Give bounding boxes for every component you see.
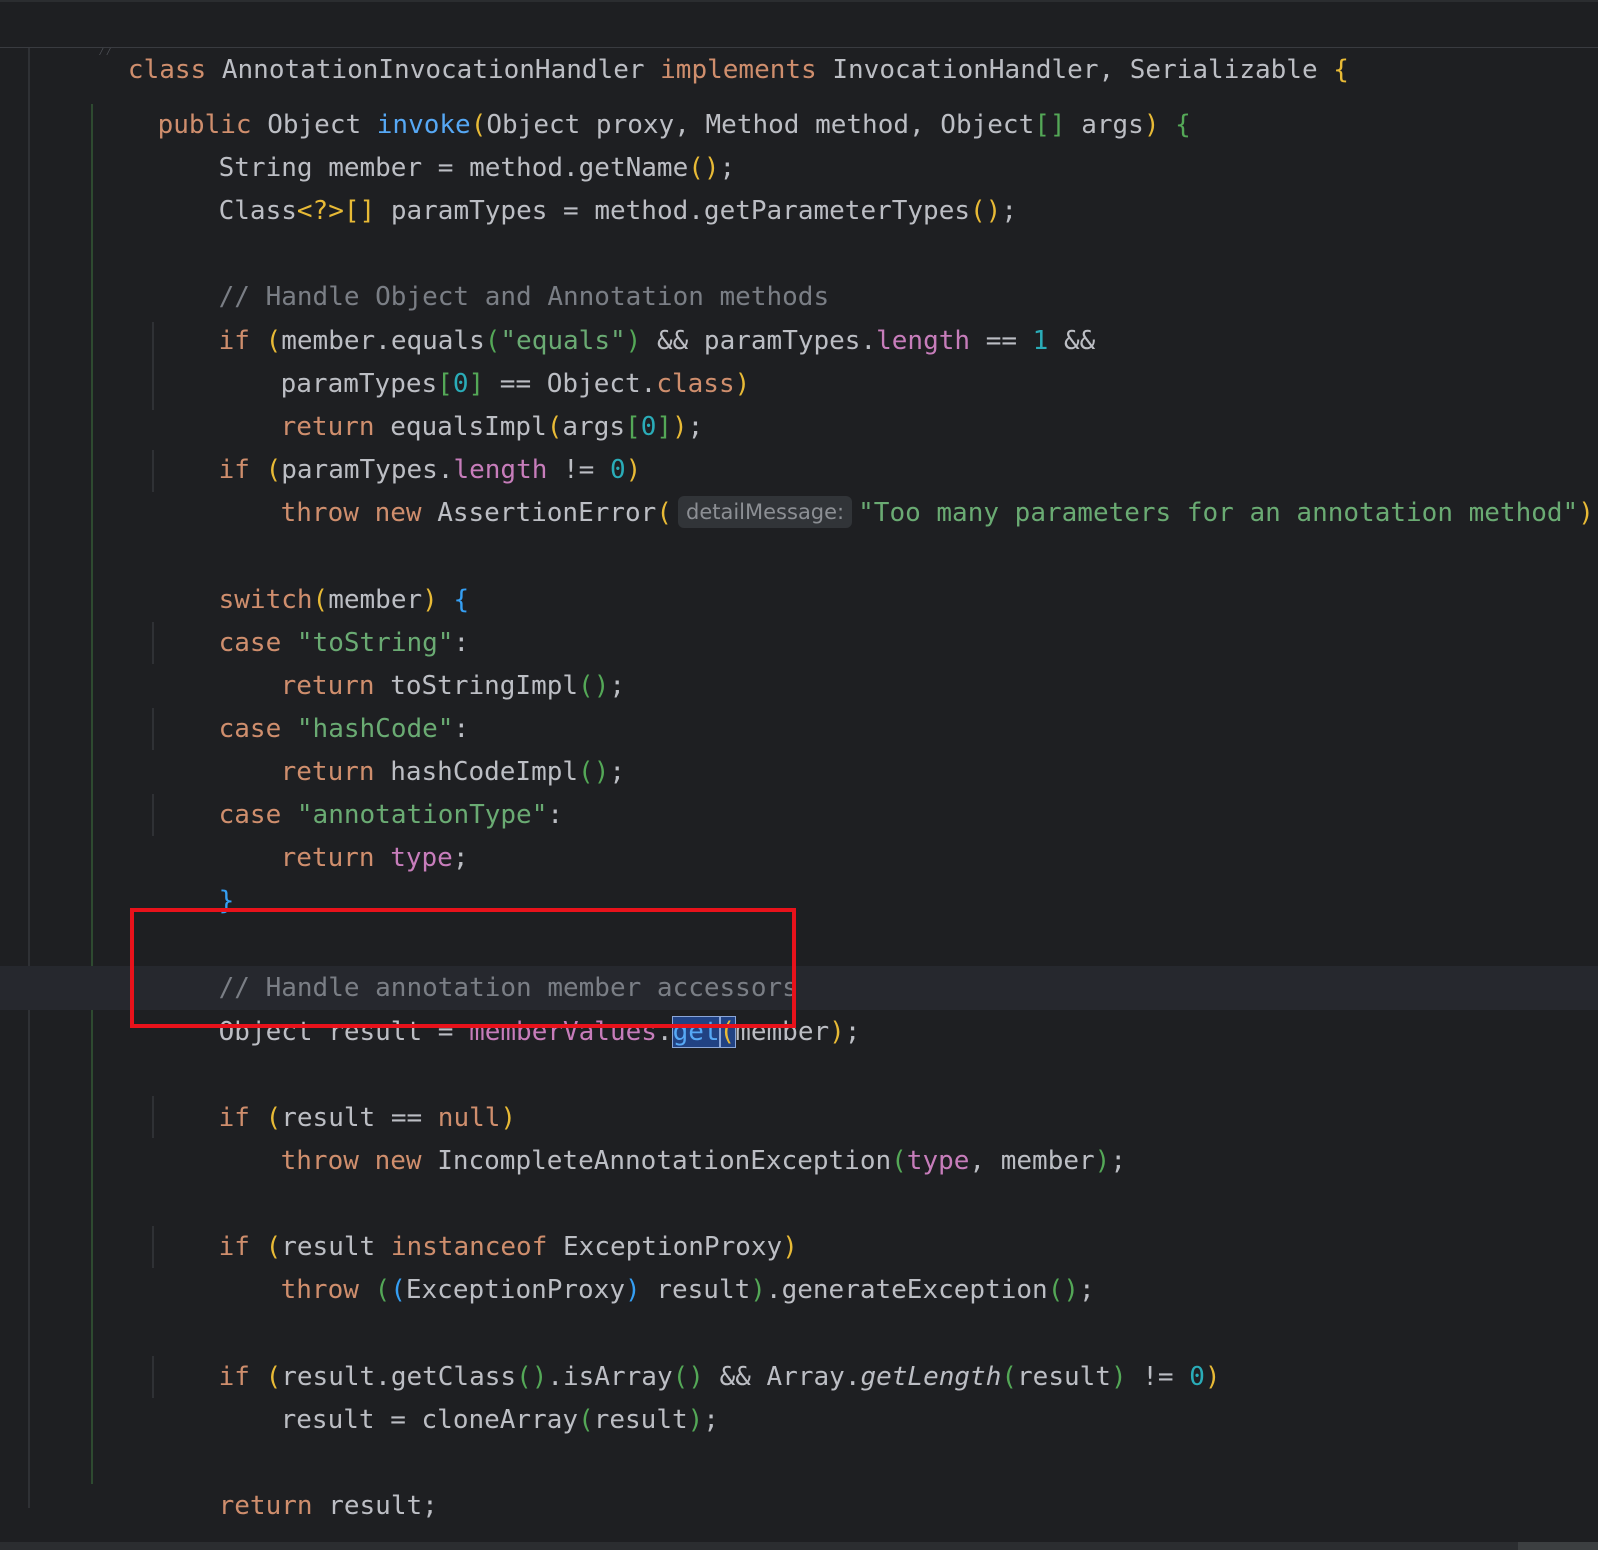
code-line-case-tostring[interactable]: case "toString":: [156, 577, 469, 658]
code-line-return-result[interactable]: return result;: [156, 1440, 438, 1521]
number-literal: 0: [1189, 1362, 1205, 1392]
code-line-switch[interactable]: switch(member) {: [156, 534, 469, 615]
code-line-if-instanceof[interactable]: if (result instanceof ExceptionProxy): [156, 1181, 798, 1262]
number-literal: 1: [1032, 326, 1049, 356]
type-field: type: [906, 1146, 970, 1176]
indent-guide-class: [28, 48, 30, 1508]
sticky-class-header[interactable]: class AnnotationInvocationHandler implem…: [0, 0, 1598, 85]
keyword-return: return: [218, 1491, 313, 1521]
result-ref: result: [656, 1275, 751, 1305]
eq-operator: ==: [985, 326, 1018, 356]
keyword-throw: throw: [280, 1146, 359, 1176]
code-line-case-hashcode[interactable]: case "hashCode":: [156, 663, 469, 744]
interfaces-list: InvocationHandler, Serializable: [832, 55, 1318, 85]
class-type: Class: [218, 196, 297, 226]
indent-guide-if2: [152, 450, 154, 492]
class-open-brace: {: [1333, 55, 1349, 85]
member-ref: member: [1000, 1146, 1095, 1176]
keyword-implements: implements: [660, 55, 817, 85]
code-line-get-name[interactable]: String member = method.getName();: [156, 102, 736, 183]
keyword-class: class: [127, 55, 207, 85]
keyword-throw: throw: [280, 498, 359, 528]
indent-guide-if4: [152, 1226, 154, 1268]
code-line-case-annotationtype[interactable]: case "annotationType":: [156, 749, 563, 830]
indent-guide-case3: [152, 794, 154, 836]
code-line-clonearray[interactable]: result = cloneArray(result);: [218, 1354, 719, 1435]
keyword-return: return: [280, 843, 375, 873]
code-line-return-equalsimpl[interactable]: return equalsImpl(args[0]);: [218, 361, 704, 442]
code-line-throw-assertion[interactable]: throw new AssertionError(detailMessage: "…: [218, 447, 1598, 528]
incomplete-annotation-exception-class: IncompleteAnnotationException: [437, 1146, 892, 1176]
code-line-switch-close[interactable]: }: [156, 835, 235, 916]
getlength-static-call: getLength: [860, 1362, 1002, 1392]
assertion-error-class: AssertionError: [437, 498, 657, 528]
array-class-ref: Array.: [766, 1362, 861, 1392]
code-line-paramtypes-object-class[interactable]: paramTypes[0] == Object.class): [218, 318, 751, 399]
class-declaration-line: class AnnotationInvocationHandler implem…: [34, 4, 1349, 85]
indent-guide-if5: [152, 1356, 154, 1398]
clonearray-call: cloneArray: [421, 1405, 579, 1435]
generate-exception-call: .generateException: [765, 1275, 1048, 1305]
result-ref: result: [593, 1405, 688, 1435]
horizontal-scrollbar[interactable]: [0, 1542, 1598, 1550]
code-line-if-isarray[interactable]: if (result.getClass().isArray() && Array…: [156, 1311, 1221, 1392]
number-literal: 0: [640, 412, 657, 442]
code-line-return-hashcodeimpl[interactable]: return hashCodeImpl();: [218, 706, 625, 787]
code-line-param-types[interactable]: Class<?>[] paramTypes = method.getParame…: [156, 145, 1017, 226]
indent-guide-case2: [152, 708, 154, 750]
code-line-if-length-nonzero[interactable]: if (paramTypes.length != 0): [156, 404, 642, 485]
code-line-comment-object-methods[interactable]: // Handle Object and Annotation methods: [156, 231, 829, 312]
generic-wildcard: <?>: [296, 196, 344, 226]
indent-guide-if1: [152, 322, 154, 410]
code-line-if-result-null[interactable]: if (result == null): [156, 1052, 516, 1133]
indent-guide-method: [91, 104, 93, 1484]
indent-guide-case1: [152, 622, 154, 664]
class-name: AnnotationInvocationHandler: [221, 55, 645, 85]
red-highlight-box: [130, 908, 796, 1028]
args-param: args: [1081, 110, 1144, 140]
result-assignment: result =: [280, 1405, 422, 1435]
code-line-throw-generate[interactable]: throw ((ExceptionProxy) result).generate…: [218, 1224, 1095, 1305]
keyword-new: new: [374, 1146, 422, 1176]
and-operator: &&: [719, 1362, 751, 1392]
code-line-return-tostringimpl[interactable]: return toStringImpl();: [218, 620, 625, 701]
code-line-method-close[interactable]: }: [95, 1488, 174, 1550]
length-field: length: [876, 326, 971, 356]
exception-proxy-cast: ExceptionProxy: [405, 1275, 626, 1305]
result-ref: result: [1017, 1362, 1111, 1392]
string-too-many-params: "Too many parameters for an annotation m…: [858, 498, 1579, 528]
code-line-if-equals[interactable]: if (member.equals("equals") && paramType…: [156, 275, 1096, 356]
neq-operator: !=: [1142, 1362, 1174, 1392]
scrollbar-thumb[interactable]: [1518, 1542, 1598, 1550]
parameter-name-hint: detailMessage:: [678, 496, 853, 528]
keyword-throw: throw: [280, 1275, 359, 1305]
type-field: type: [390, 843, 453, 873]
return-result: result;: [328, 1491, 438, 1521]
code-line-return-type[interactable]: return type;: [218, 792, 469, 873]
keyword-new: new: [374, 498, 422, 528]
indent-guide-if3: [152, 1096, 154, 1138]
code-editor[interactable]: class AnnotationInvocationHandler implem…: [0, 0, 1598, 1550]
code-line-throw-incomplete[interactable]: throw new IncompleteAnnotationException(…: [218, 1095, 1126, 1176]
and-operator-2: &&: [1063, 326, 1096, 356]
param-types-assignment: paramTypes = method.getParameterTypes: [390, 196, 971, 226]
